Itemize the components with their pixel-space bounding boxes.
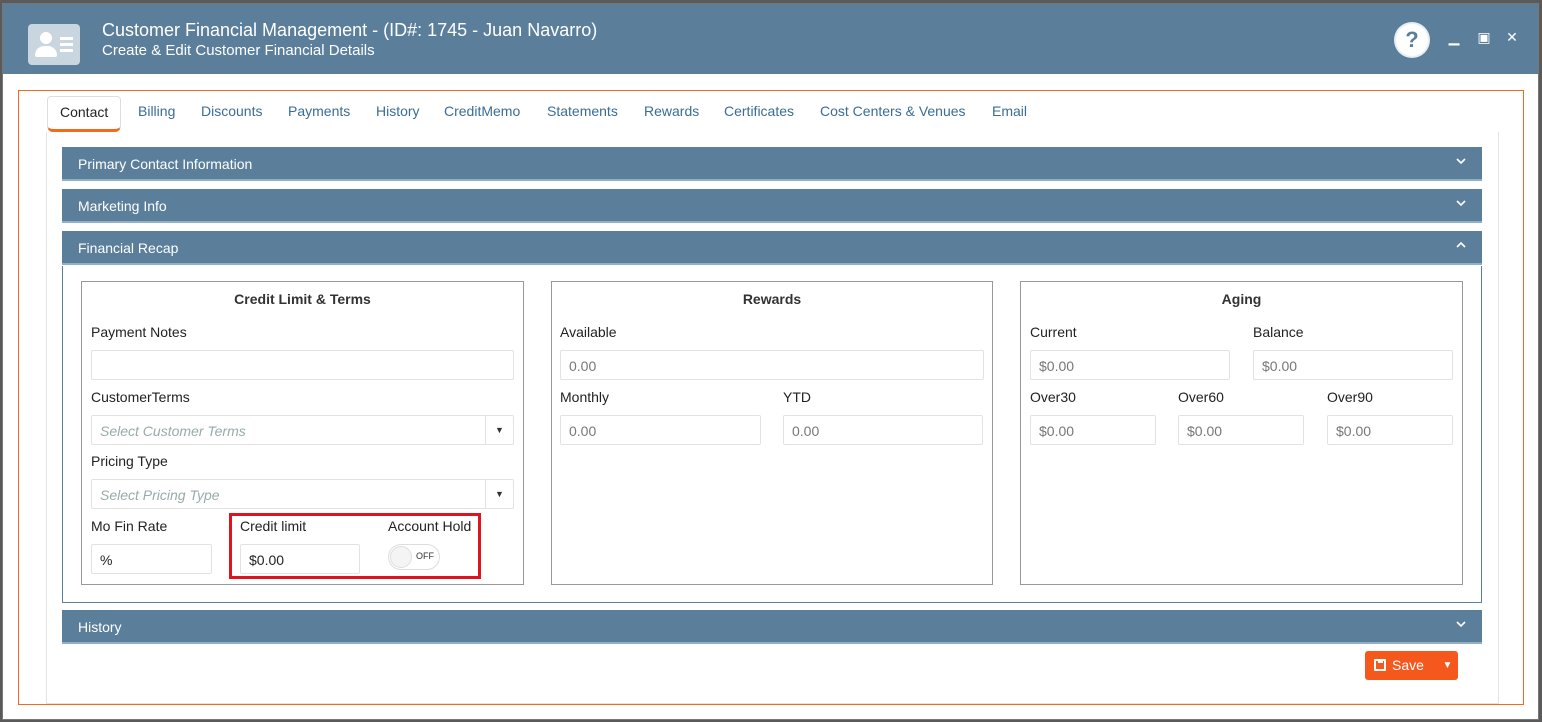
window-subtitle: Create & Edit Customer Financial Details	[102, 42, 375, 59]
over30-label: Over30	[1030, 389, 1076, 405]
chevron-up-icon	[1456, 241, 1466, 248]
account-hold-label: Account Hold	[388, 518, 472, 534]
toggle-knob	[390, 546, 412, 568]
monthly-label: Monthly	[560, 389, 610, 405]
account-hold-toggle[interactable]: OFF	[388, 544, 440, 570]
section-title: Financial Recap	[78, 240, 179, 256]
primary-contact-section-header[interactable]: Primary Contact Information	[62, 147, 1482, 181]
mo-fin-rate-input[interactable]: %	[91, 544, 212, 574]
help-icon[interactable]: ?	[1396, 24, 1428, 56]
monthly-input[interactable]: 0.00	[560, 415, 761, 445]
tab-creditmemo[interactable]: CreditMemo	[444, 103, 520, 119]
balance-input[interactable]: $0.00	[1253, 350, 1453, 380]
financial-recap-section-header[interactable]: Financial Recap	[62, 231, 1482, 265]
history-section-header[interactable]: History	[62, 610, 1482, 644]
tab-email[interactable]: Email	[992, 103, 1027, 119]
current-label: Current	[1030, 324, 1077, 340]
payment-notes-input[interactable]	[91, 350, 514, 380]
window-title: Customer Financial Management - (ID#: 17…	[102, 20, 598, 40]
section-title: Marketing Info	[78, 198, 167, 214]
tab-billing[interactable]: Billing	[138, 103, 175, 119]
minimize-icon[interactable]: ▁	[1445, 28, 1463, 46]
marketing-section-header[interactable]: Marketing Info	[62, 189, 1482, 223]
customer-financial-window: Customer Financial Management - (ID#: 17…	[2, 3, 1539, 720]
save-button[interactable]: Save	[1365, 651, 1435, 680]
credit-limit-input[interactable]: $0.00	[240, 544, 360, 574]
tab-certificates[interactable]: Certificates	[724, 103, 794, 119]
credit-limit-label: Credit limit	[240, 518, 307, 534]
chevron-down-icon	[1456, 200, 1466, 207]
contact-tab-pane: Primary Contact Information Marketing In…	[46, 132, 1499, 704]
credit-terms-card: Credit Limit & Terms Payment Notes Custo…	[81, 281, 524, 585]
pricing-type-placeholder: Select Pricing Type	[100, 487, 220, 503]
close-icon[interactable]: ✕	[1503, 28, 1521, 46]
pricing-type-label: Pricing Type	[91, 453, 168, 469]
save-button-group: Save ▼	[1365, 651, 1458, 680]
payment-notes-label: Payment Notes	[91, 324, 187, 340]
over60-input[interactable]: $0.00	[1178, 415, 1304, 445]
aging-card: Aging Current $0.00 Balance $0.00 Over30…	[1020, 281, 1463, 585]
save-label: Save	[1392, 657, 1424, 673]
tab-statements[interactable]: Statements	[547, 103, 618, 119]
customer-terms-label: CustomerTerms	[91, 389, 190, 405]
current-input[interactable]: $0.00	[1030, 350, 1230, 380]
pricing-type-select[interactable]: Select Pricing Type ▼	[91, 479, 514, 509]
customer-terms-placeholder: Select Customer Terms	[100, 423, 246, 439]
tab-contact[interactable]: Contact	[47, 96, 122, 132]
maximize-icon[interactable]: ▣	[1475, 28, 1493, 46]
over90-input[interactable]: $0.00	[1327, 415, 1453, 445]
available-label: Available	[560, 324, 617, 340]
balance-label: Balance	[1253, 324, 1304, 340]
title-bar: Customer Financial Management - (ID#: 17…	[3, 4, 1538, 74]
ytd-label: YTD	[783, 389, 811, 405]
tab-cost-centers[interactable]: Cost Centers & Venues	[820, 103, 966, 119]
tab-discounts[interactable]: Discounts	[201, 103, 262, 119]
over90-label: Over90	[1327, 389, 1373, 405]
over30-input[interactable]: $0.00	[1030, 415, 1156, 445]
toggle-state: OFF	[416, 551, 434, 561]
chevron-down-icon	[1456, 158, 1466, 165]
section-title: Primary Contact Information	[78, 156, 253, 172]
section-title: History	[78, 619, 122, 635]
card-title: Rewards	[742, 291, 802, 307]
floppy-disk-icon	[1374, 659, 1386, 671]
mo-fin-rate-label: Mo Fin Rate	[91, 518, 168, 534]
customer-terms-select[interactable]: Select Customer Terms ▼	[91, 415, 514, 445]
over60-label: Over60	[1178, 389, 1224, 405]
tab-history[interactable]: History	[376, 103, 420, 119]
tab-payments[interactable]: Payments	[288, 103, 350, 119]
tab-rewards[interactable]: Rewards	[644, 103, 699, 119]
save-options-caret-icon[interactable]: ▼	[1437, 651, 1458, 680]
card-title: Credit Limit & Terms	[234, 291, 371, 307]
available-input[interactable]: 0.00	[560, 350, 984, 380]
card-title: Aging	[1221, 291, 1262, 307]
dropdown-arrow-icon[interactable]: ▼	[485, 480, 513, 508]
rewards-card: Rewards Available 0.00 Monthly 0.00 YTD …	[551, 281, 993, 585]
ytd-input[interactable]: 0.00	[783, 415, 983, 445]
content-frame: Contact Billing Discounts Payments Histo…	[18, 90, 1524, 705]
chevron-down-icon	[1456, 621, 1466, 628]
contact-card-icon	[28, 24, 80, 65]
financial-recap-body: Credit Limit & Terms Payment Notes Custo…	[62, 266, 1482, 603]
dropdown-arrow-icon[interactable]: ▼	[485, 416, 513, 444]
